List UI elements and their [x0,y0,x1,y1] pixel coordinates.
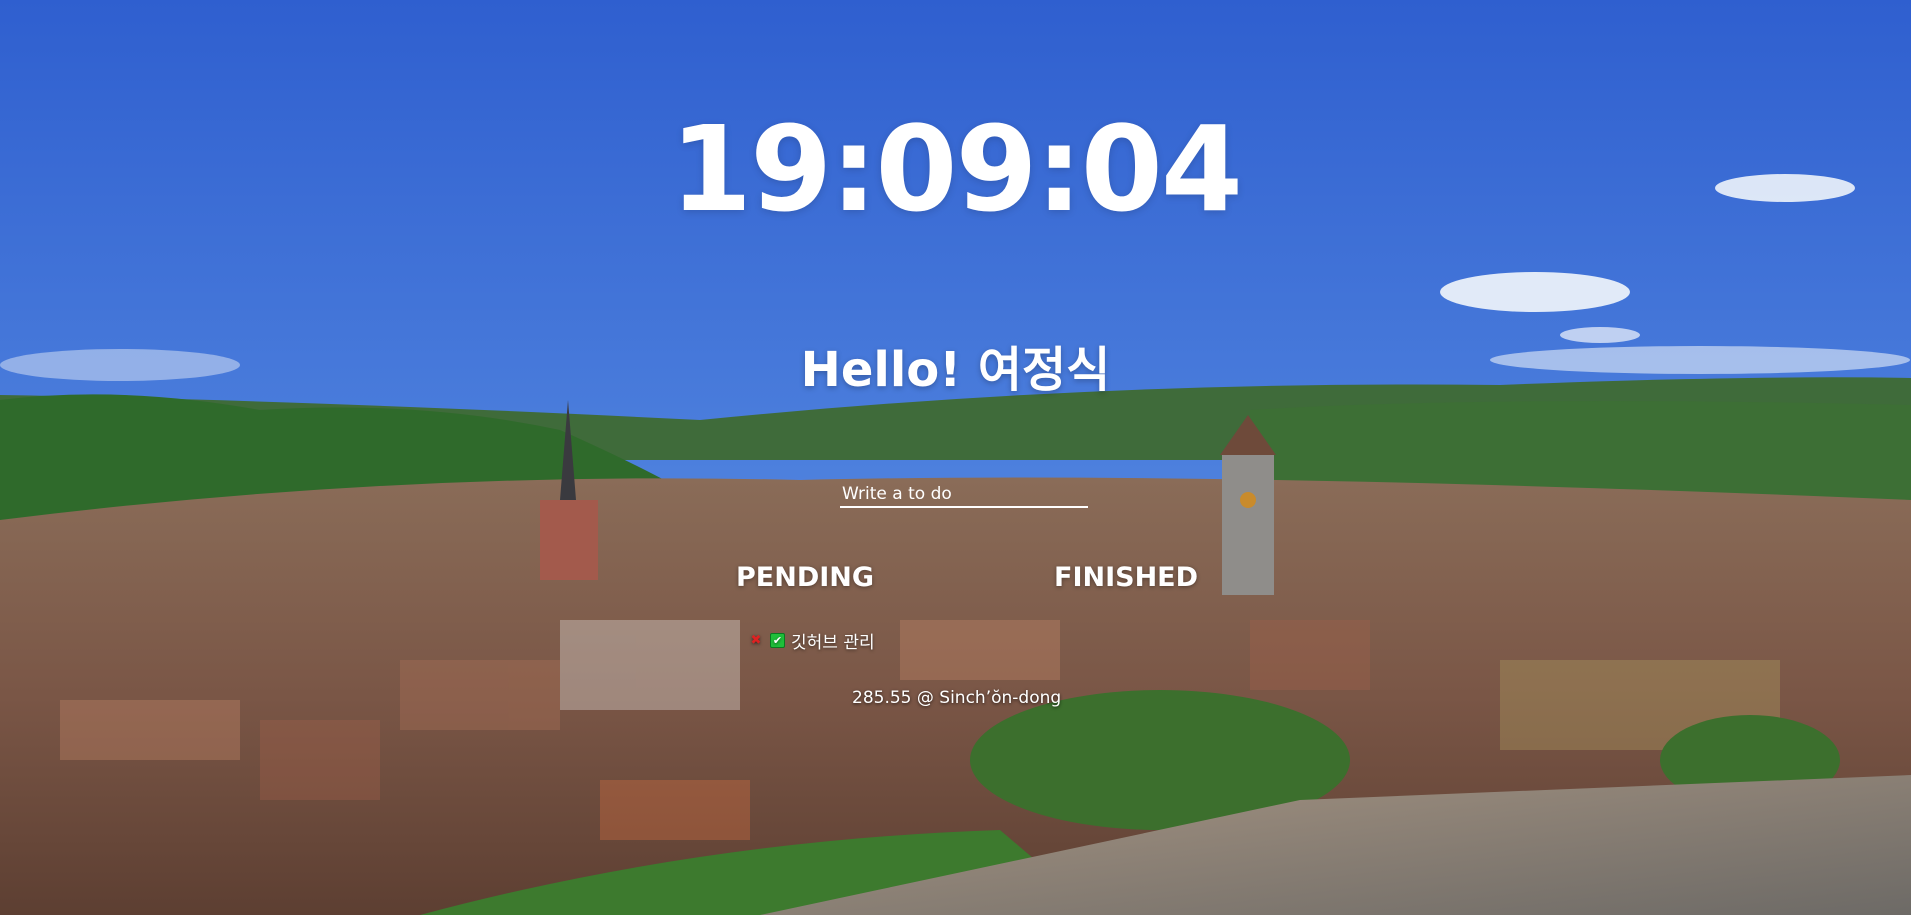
greeting: Hello! 여정식 [800,342,1111,398]
todo-item: ✖ ✔ 깃허브 관리 [748,628,875,653]
todo-item-text: 깃허브 관리 [791,633,875,653]
finished-title: FINISHED [1054,562,1199,593]
check-icon[interactable]: ✔ [770,633,785,648]
x-icon[interactable]: ✖ [748,633,764,649]
clock: 19:09:04 [669,100,1243,238]
todo-input[interactable] [840,484,1088,508]
todo-form [840,484,1088,508]
pending-title: PENDING [736,562,875,593]
weather-info: 285.55 @ Sinch’ŏn-dong [852,688,1062,708]
